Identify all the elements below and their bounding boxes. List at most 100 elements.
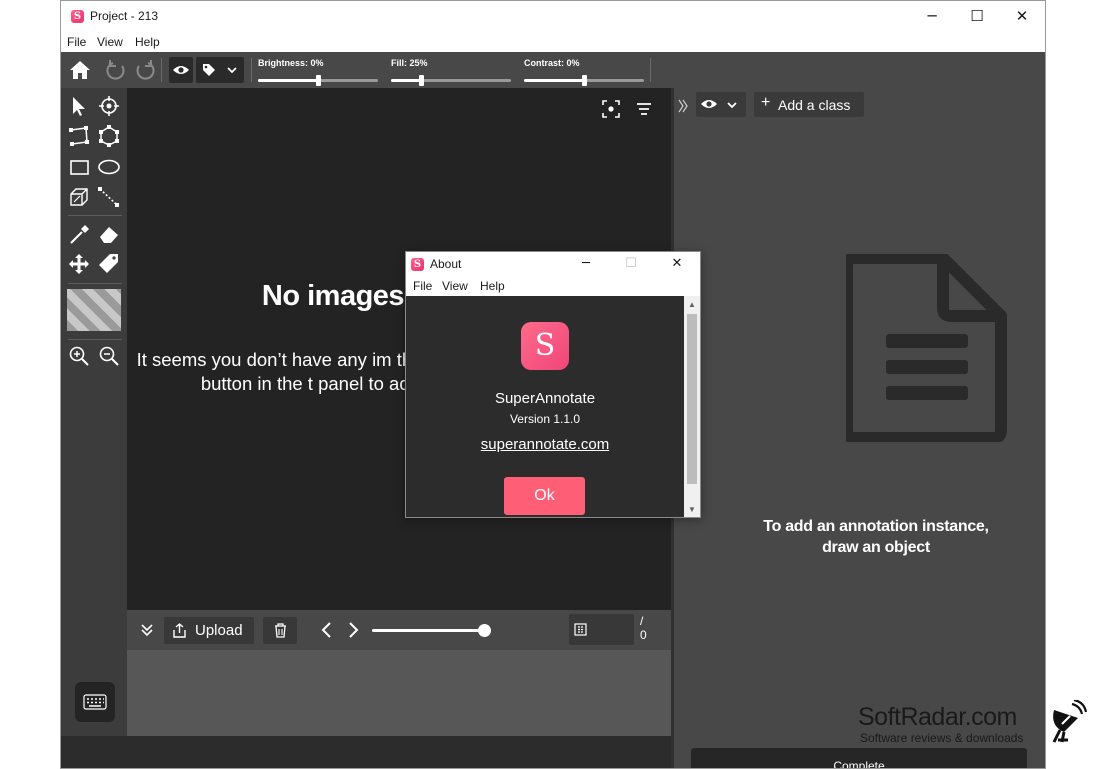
close-button[interactable]: ✕ <box>999 1 1045 32</box>
tag-icon <box>203 64 215 76</box>
filter-list-icon[interactable] <box>635 100 653 118</box>
satellite-dish-icon <box>1052 700 1088 743</box>
home-icon[interactable] <box>68 58 92 82</box>
tool-separator <box>68 283 122 284</box>
trash-icon <box>275 623 286 638</box>
menu-view[interactable]: View <box>97 35 123 49</box>
tag-dropdown-button[interactable] <box>196 57 244 83</box>
about-scrollbar-thumb[interactable] <box>687 314 697 484</box>
about-title-bar: S About ─ ☐ ✕ <box>406 252 700 276</box>
about-close-button[interactable]: ✕ <box>657 252 697 276</box>
scroll-down-icon[interactable]: ▼ <box>684 503 700 517</box>
plus-icon: + <box>761 94 771 111</box>
brightness-slider-fill <box>258 79 318 82</box>
collapse-down-icon[interactable] <box>139 622 155 638</box>
point-crosshair-icon[interactable] <box>96 93 122 119</box>
zoom-in-icon[interactable] <box>66 343 92 369</box>
about-ok-button[interactable]: Ok <box>504 477 585 515</box>
delete-images-button[interactable] <box>263 617 297 644</box>
eye-icon <box>701 100 717 108</box>
upload-button[interactable]: Upload <box>164 617 254 644</box>
image-scroll-slider-fill <box>372 629 484 632</box>
fill-slider[interactable] <box>391 75 511 86</box>
brightness-slider-thumb[interactable] <box>316 75 321 86</box>
about-scrollbar[interactable]: ▲ ▼ <box>684 296 700 517</box>
contrast-slider-thumb[interactable] <box>582 75 587 86</box>
watermark-title: SoftRadar.com <box>858 703 1017 731</box>
about-menu-bar: File View Help <box>406 276 700 296</box>
document-icon <box>841 252 1008 444</box>
cuboid-icon[interactable] <box>66 184 92 210</box>
rectangle-icon[interactable] <box>66 154 92 180</box>
page-slash: / <box>640 614 644 628</box>
maximize-button[interactable]: ☐ <box>954 1 1000 32</box>
contrast-slider[interactable] <box>524 75 644 86</box>
window-title: Project - 213 <box>90 9 159 23</box>
add-class-button[interactable]: + Add a class <box>754 92 864 117</box>
about-title: About <box>430 257 462 271</box>
next-image-icon[interactable] <box>344 620 362 640</box>
upload-label: Upload <box>195 622 243 639</box>
keyboard-shortcuts-button[interactable] <box>75 682 115 722</box>
polygon-icon[interactable] <box>96 123 122 149</box>
title-bar: S Project - 213 ─ ☐ ✕ <box>61 1 1045 32</box>
fill-slider-thumb[interactable] <box>419 75 424 86</box>
eyedropper-icon[interactable] <box>66 222 92 248</box>
classes-panel: + Add a class To add an annotation insta… <box>602 88 1045 768</box>
upload-icon <box>173 623 186 638</box>
grid-icon <box>574 623 587 636</box>
menu-help[interactable]: Help <box>135 35 160 49</box>
undo-icon[interactable] <box>105 58 127 82</box>
fit-screen-icon[interactable] <box>601 99 621 119</box>
app-logo-icon: S <box>71 10 84 23</box>
about-website-link[interactable]: superannotate.com <box>406 436 684 453</box>
page-total: 0 <box>640 628 647 642</box>
brightness-label: Brightness: 0% <box>258 58 324 68</box>
screen: S Project - 213 ─ ☐ ✕ File View Help Bri… <box>0 0 1107 769</box>
fill-label: Fill: 25% <box>391 58 428 68</box>
color-swatch[interactable] <box>67 289 121 331</box>
polyline-icon[interactable] <box>66 123 92 149</box>
scroll-up-icon[interactable]: ▲ <box>684 298 700 312</box>
about-menu-view[interactable]: View <box>442 279 468 293</box>
softradar-watermark: SoftRadar.com Software reviews & downloa… <box>856 700 1106 750</box>
keyboard-icon <box>83 694 107 710</box>
contrast-label: Contrast: 0% <box>524 58 580 68</box>
ellipse-icon[interactable] <box>96 154 122 180</box>
move-icon[interactable] <box>66 251 92 277</box>
image-scroll-slider[interactable] <box>372 624 491 637</box>
about-menu-file[interactable]: File <box>413 279 432 293</box>
image-scroll-slider-thumb[interactable] <box>478 624 491 637</box>
superannotate-logo: S <box>521 322 569 370</box>
chevron-down-icon <box>227 67 237 74</box>
ruler-icon[interactable] <box>96 184 122 210</box>
menu-file[interactable]: File <box>67 35 86 49</box>
about-dialog: S About ─ ☐ ✕ File View Help S SuperAnno… <box>405 251 701 518</box>
fill-slider-fill <box>391 79 421 82</box>
about-body: S SuperAnnotate Version 1.1.0 superannot… <box>406 296 684 517</box>
minimize-button[interactable]: ─ <box>909 1 955 32</box>
class-visibility-dropdown[interactable] <box>696 92 746 117</box>
toolbar-separator <box>251 58 252 82</box>
watermark-subtitle: Software reviews & downloads <box>860 731 1024 745</box>
zoom-out-icon[interactable] <box>96 343 122 369</box>
tag-fill-icon[interactable] <box>96 251 122 277</box>
about-minimize-button[interactable]: ─ <box>566 252 606 276</box>
about-menu-help[interactable]: Help <box>480 279 505 293</box>
tool-separator <box>68 215 122 216</box>
toolbar: Brightness: 0% Fill: 25% Contrast: 0% <box>61 52 1045 88</box>
footer-strip <box>61 736 671 768</box>
about-maximize-button[interactable]: ☐ <box>611 252 651 276</box>
select-arrow-icon[interactable] <box>66 93 92 119</box>
expand-panel-icon[interactable] <box>677 97 689 115</box>
toolbar-separator <box>161 58 162 82</box>
about-app-name: SuperAnnotate <box>494 390 596 407</box>
visibility-toggle-button[interactable] <box>169 57 193 83</box>
redo-icon[interactable] <box>134 58 156 82</box>
eraser-icon[interactable] <box>96 222 122 248</box>
brightness-slider[interactable] <box>258 75 378 86</box>
menu-bar: File View Help <box>61 32 1045 52</box>
page-input[interactable] <box>569 614 634 645</box>
complete-button[interactable]: Complete <box>691 748 1027 768</box>
previous-image-icon[interactable] <box>318 620 336 640</box>
